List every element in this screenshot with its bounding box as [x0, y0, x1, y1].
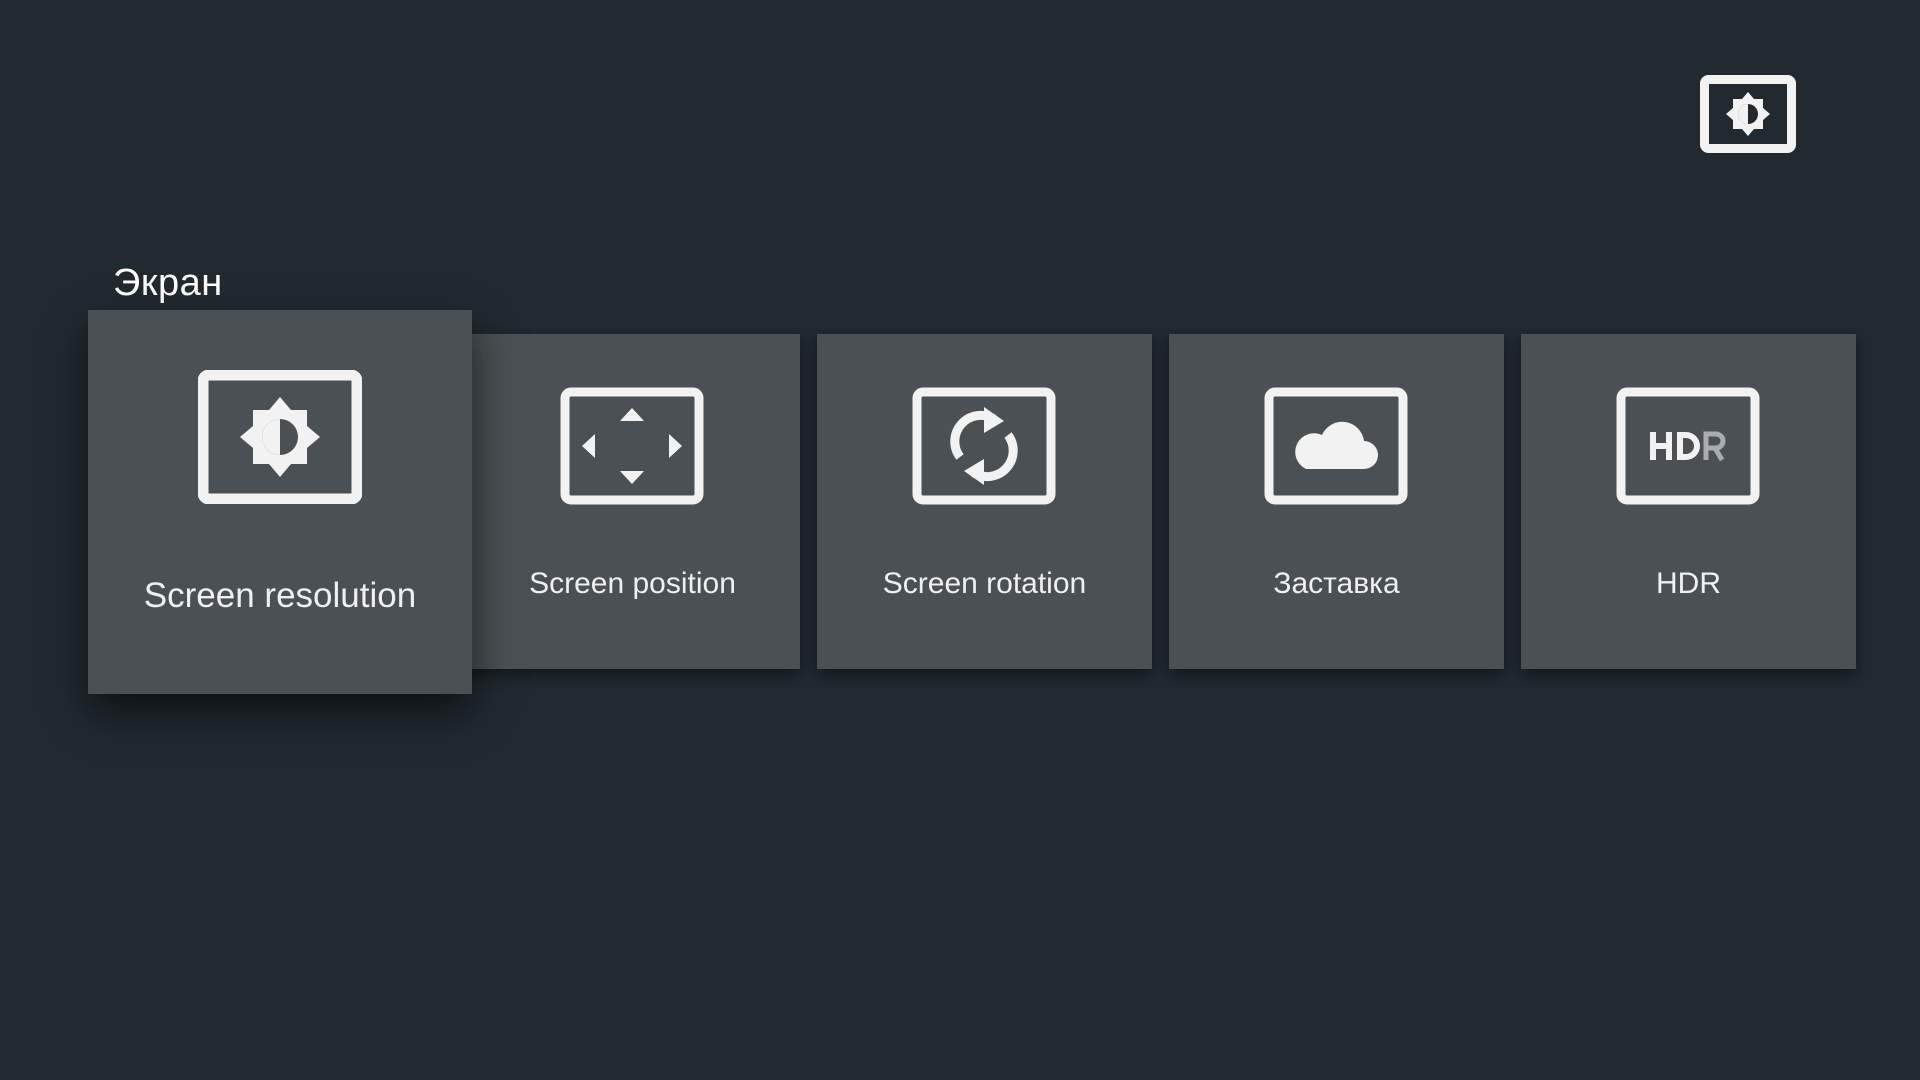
- tile-screen-position[interactable]: Screen position: [465, 334, 800, 669]
- hdr-icon: [1616, 387, 1760, 505]
- brightness-display-icon: [1700, 75, 1796, 153]
- tile-label: Screen rotation: [882, 567, 1087, 600]
- tile-screensaver[interactable]: Заставка: [1169, 334, 1504, 669]
- display-settings-screen: Экран Screen resolution Screen position …: [0, 0, 1920, 1080]
- tile-screen-resolution[interactable]: Screen resolution: [88, 310, 472, 694]
- tile-label: Screen resolution: [143, 576, 417, 615]
- tile-label: Screen position: [529, 567, 736, 600]
- screen-rotation-icon: [912, 387, 1056, 505]
- tile-screen-rotation[interactable]: Screen rotation: [817, 334, 1152, 669]
- tile-label: HDR: [1656, 567, 1721, 600]
- tile-label: Заставка: [1273, 567, 1400, 600]
- screen-position-arrows-icon: [560, 387, 704, 505]
- section-title: Экран: [113, 262, 223, 304]
- screensaver-cloud-icon: [1264, 387, 1408, 505]
- brightness-display-icon: [197, 369, 363, 505]
- tile-hdr[interactable]: HDR: [1521, 334, 1856, 669]
